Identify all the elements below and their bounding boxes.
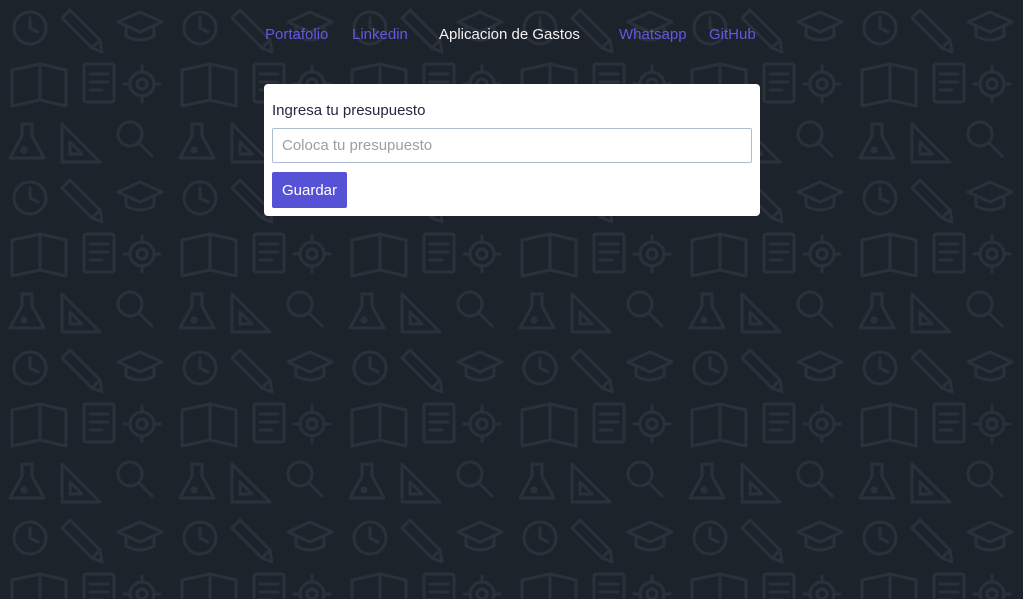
top-nav: Portafolio Linkedin Aplicacion de Gastos… <box>0 24 1023 46</box>
budget-input[interactable] <box>272 128 752 163</box>
budget-label: Ingresa tu presupuesto <box>272 102 426 119</box>
nav-link-whatsapp[interactable]: Whatsapp <box>619 24 687 46</box>
budget-form: Ingresa tu presupuesto Guardar <box>264 84 760 216</box>
app-title: Aplicacion de Gastos <box>439 26 580 43</box>
nav-link-github[interactable]: GitHub <box>709 24 756 46</box>
save-button[interactable]: Guardar <box>272 172 347 208</box>
nav-link-portafolio[interactable]: Portafolio <box>265 24 328 46</box>
nav-link-linkedin[interactable]: Linkedin <box>352 24 408 46</box>
